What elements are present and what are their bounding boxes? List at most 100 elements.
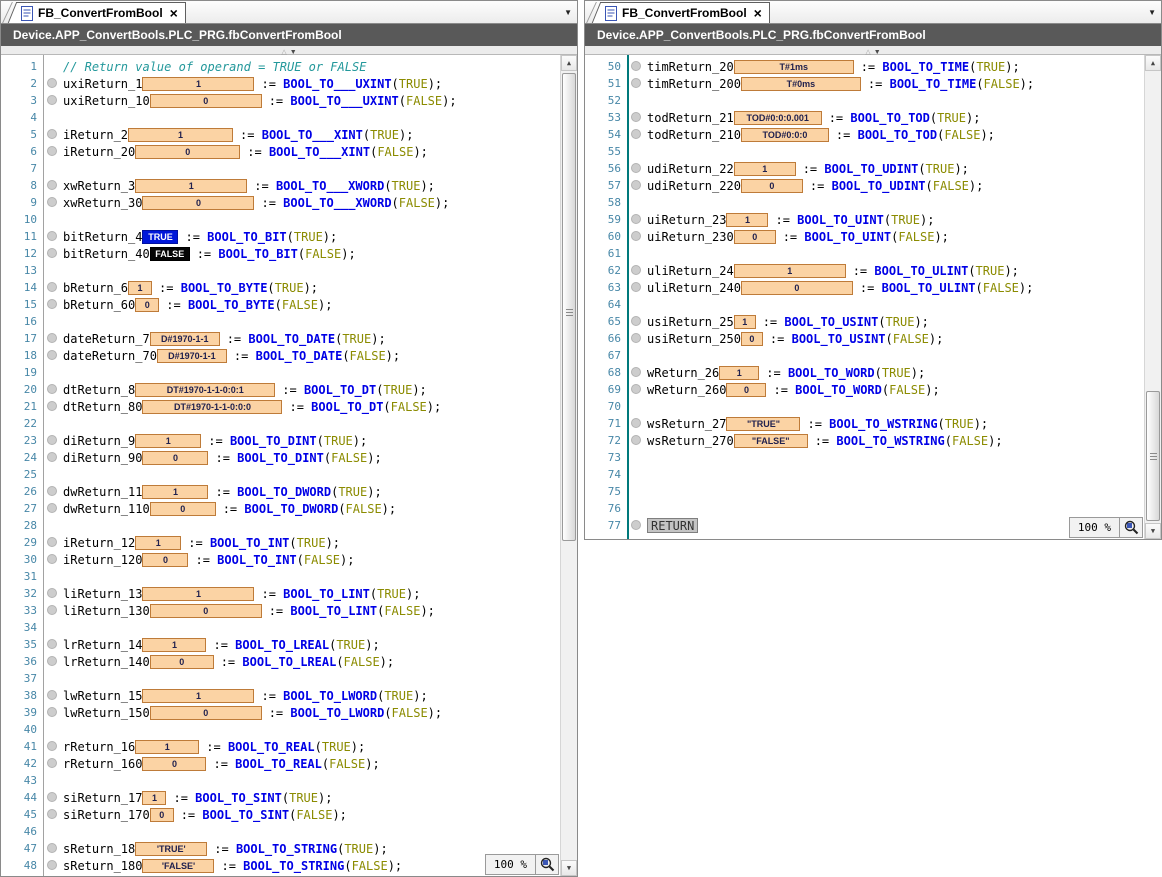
monitor-value-box[interactable]: 0 [741, 281, 853, 295]
breakpoint-dot[interactable] [47, 792, 57, 802]
breakpoint-dot[interactable] [47, 78, 57, 88]
breakpoint-dot[interactable] [631, 435, 641, 445]
breakpoint-dot[interactable] [47, 690, 57, 700]
zoom-magnifier-icon[interactable] [536, 854, 559, 875]
monitor-value-box[interactable]: 1 [142, 791, 166, 805]
zoom-magnifier-icon[interactable] [1120, 517, 1143, 538]
breakpoint-dot[interactable] [47, 537, 57, 547]
code-editor[interactable]: 50timReturn_20T#1ms:= BOOL_TO_TIME(TRUE)… [585, 55, 1161, 539]
breakpoint-dot[interactable] [47, 401, 57, 411]
scrollbar-thumb[interactable] [1146, 391, 1160, 521]
monitor-value-box[interactable]: 0 [135, 145, 240, 159]
breakpoint-dot[interactable] [47, 860, 57, 870]
breakpoint-dot[interactable] [47, 503, 57, 513]
monitor-value-box[interactable]: D#1970-1-1 [157, 349, 227, 363]
breakpoint-dot[interactable] [47, 350, 57, 360]
monitor-value-box[interactable]: 1 [135, 536, 181, 550]
monitor-value-box[interactable]: 0 [150, 706, 262, 720]
breakpoint-dot[interactable] [47, 282, 57, 292]
monitor-value-box[interactable]: 0 [150, 502, 216, 516]
breakpoint-dot[interactable] [47, 197, 57, 207]
breakpoint-dot[interactable] [631, 367, 641, 377]
breakpoint-dot[interactable] [47, 809, 57, 819]
monitor-value-box[interactable]: 1 [135, 434, 201, 448]
monitor-value-box[interactable]: 0 [142, 757, 206, 771]
scrollbar-thumb[interactable] [562, 73, 576, 541]
monitor-value-box[interactable]: T#0ms [741, 77, 861, 91]
monitor-value-box[interactable]: T#1ms [734, 60, 854, 74]
tab-list-dropdown-icon[interactable]: ▼ [1148, 9, 1156, 17]
breakpoint-dot[interactable] [631, 282, 641, 292]
monitor-value-box[interactable]: 1 [734, 264, 846, 278]
breakpoint-dot[interactable] [47, 452, 57, 462]
breakpoint-dot[interactable] [47, 231, 57, 241]
monitor-value-box[interactable]: 0 [150, 808, 174, 822]
monitor-value-box[interactable]: 1 [142, 77, 254, 91]
zoom-level[interactable]: 100 % [1069, 517, 1120, 538]
monitor-value-box[interactable]: "FALSE" [734, 434, 808, 448]
breakpoint-dot[interactable] [631, 112, 641, 122]
breakpoint-dot[interactable] [47, 486, 57, 496]
tab-fb-convertfrombool[interactable]: FB_ConvertFromBool × [17, 2, 186, 23]
breakpoint-dot[interactable] [631, 180, 641, 190]
monitor-value-box[interactable]: 1 [135, 740, 199, 754]
monitor-value-box[interactable]: 1 [726, 213, 768, 227]
breakpoint-dot[interactable] [47, 843, 57, 853]
monitor-value-box[interactable]: 1 [734, 315, 756, 329]
monitor-value-box[interactable]: 0 [135, 298, 159, 312]
monitor-value-box[interactable]: 0 [142, 196, 254, 210]
breakpoint-dot[interactable] [631, 61, 641, 71]
zoom-level[interactable]: 100 % [485, 854, 536, 875]
tab-close-icon[interactable]: × [754, 6, 762, 20]
breakpoint-dot[interactable] [47, 299, 57, 309]
scroll-up-icon[interactable]: ▲ [561, 55, 577, 71]
breakpoint-dot[interactable] [47, 639, 57, 649]
monitor-value-box[interactable]: 0 [726, 383, 766, 397]
monitor-value-box[interactable]: 'FALSE' [142, 859, 214, 873]
monitor-value-box[interactable]: D#1970-1-1 [150, 332, 220, 346]
monitor-value-box[interactable]: 1 [142, 587, 254, 601]
monitor-value-box[interactable]: 0 [734, 230, 776, 244]
breakpoint-dot[interactable] [47, 605, 57, 615]
breakpoint-dot[interactable] [47, 248, 57, 258]
breakpoint-dot[interactable] [47, 758, 57, 768]
monitor-value-box[interactable]: 0 [142, 553, 188, 567]
monitor-value-box[interactable]: 0 [741, 179, 803, 193]
monitor-value-box[interactable]: FALSE [150, 247, 190, 261]
monitor-value-box[interactable]: 1 [719, 366, 759, 380]
breakpoint-dot[interactable] [631, 231, 641, 241]
code-editor[interactable]: 1// Return value of operand = TRUE or FA… [1, 55, 577, 876]
monitor-value-box[interactable]: DT#1970-1-1-0:0:0 [142, 400, 282, 414]
breakpoint-dot[interactable] [47, 333, 57, 343]
scroll-down-icon[interactable]: ▼ [561, 860, 577, 876]
breakpoint-dot[interactable] [47, 741, 57, 751]
tab-fb-convertfrombool[interactable]: FB_ConvertFromBool × [601, 2, 770, 23]
breakpoint-dot[interactable] [631, 333, 641, 343]
monitor-value-box[interactable]: TRUE [142, 230, 178, 244]
breakpoint-dot[interactable] [47, 588, 57, 598]
vertical-scrollbar[interactable]: ▲ ▼ [560, 55, 577, 876]
breakpoint-dot[interactable] [47, 146, 57, 156]
breakpoint-dot[interactable] [631, 265, 641, 275]
monitor-value-box[interactable]: 'TRUE' [135, 842, 207, 856]
breakpoint-dot[interactable] [47, 656, 57, 666]
breakpoint-dot[interactable] [631, 384, 641, 394]
monitor-value-box[interactable]: TOD#0:0:0.001 [734, 111, 822, 125]
monitor-value-box[interactable]: 0 [150, 655, 214, 669]
monitor-value-box[interactable]: 1 [142, 689, 254, 703]
monitor-value-box[interactable]: 0 [150, 94, 262, 108]
monitor-value-box[interactable]: TOD#0:0:0 [741, 128, 829, 142]
breakpoint-dot[interactable] [47, 129, 57, 139]
breakpoint-dot[interactable] [47, 180, 57, 190]
breakpoint-dot[interactable] [631, 129, 641, 139]
breakpoint-dot[interactable] [631, 418, 641, 428]
scroll-up-icon[interactable]: ▲ [1145, 55, 1161, 71]
breakpoint-dot[interactable] [631, 214, 641, 224]
breakpoint-dot[interactable] [631, 78, 641, 88]
monitor-value-box[interactable]: 1 [734, 162, 796, 176]
breakpoint-dot[interactable] [47, 384, 57, 394]
monitor-value-box[interactable]: DT#1970-1-1-0:0:1 [135, 383, 275, 397]
declaration-splitter[interactable]: △▼ [1, 46, 577, 55]
tab-list-dropdown-icon[interactable]: ▼ [564, 9, 572, 17]
monitor-value-box[interactable]: "TRUE" [726, 417, 800, 431]
